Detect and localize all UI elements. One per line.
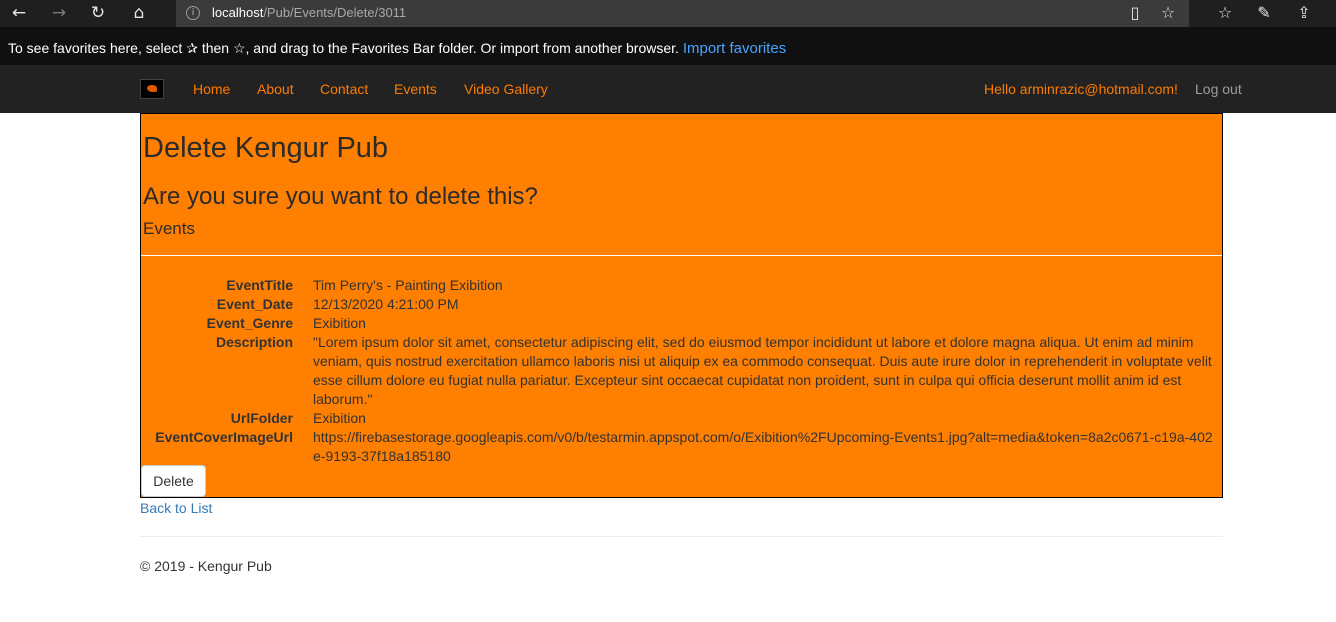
footer-divider bbox=[140, 536, 1223, 537]
confirm-question: Are you sure you want to delete this? bbox=[143, 183, 538, 210]
brand-logo[interactable] bbox=[140, 79, 164, 99]
reading-view-icon[interactable]: ▯ bbox=[1124, 3, 1146, 23]
detail-row-event-genre: Event_Genre Exibition bbox=[141, 314, 1222, 333]
label-event-genre: Event_Genre bbox=[206, 315, 293, 331]
refresh-icon[interactable]: ↻ bbox=[86, 2, 110, 24]
value-url-folder: Exibition bbox=[313, 410, 366, 426]
forward-arrow-icon[interactable]: → bbox=[47, 2, 71, 24]
label-url-folder: UrlFolder bbox=[230, 410, 293, 426]
favorites-message-part1: To see favorites here, select bbox=[8, 40, 183, 56]
info-icon[interactable]: i bbox=[186, 6, 200, 20]
detail-row-event-date: Event_Date 12/13/2020 4:21:00 PM bbox=[141, 295, 1222, 314]
hello-user-link[interactable]: Hello arminrazic@hotmail.com! bbox=[984, 81, 1178, 97]
page-title: Delete Kengur Pub bbox=[143, 132, 389, 164]
import-favorites-link[interactable]: Import favorites bbox=[683, 40, 786, 57]
nav-video-gallery[interactable]: Video Gallery bbox=[464, 81, 548, 97]
detail-row-description: Description "Lorem ipsum dolor sit amet,… bbox=[141, 333, 1222, 409]
value-description: "Lorem ipsum dolor sit amet, consectetur… bbox=[313, 334, 1212, 407]
value-event-date: 12/13/2020 4:21:00 PM bbox=[313, 296, 459, 312]
value-event-genre: Exibition bbox=[313, 315, 366, 331]
nav-home[interactable]: Home bbox=[193, 81, 230, 97]
value-cover-image-url: https://firebasestorage.googleapis.com/v… bbox=[313, 429, 1213, 464]
favorites-bar: To see favorites here, select ✰ then ☆, … bbox=[0, 27, 1336, 65]
back-arrow-icon[interactable]: ← bbox=[7, 2, 31, 24]
back-to-list-link[interactable]: Back to List bbox=[140, 500, 212, 516]
favorites-message-part2: then ☆, and drag to the Favorites Bar fo… bbox=[201, 40, 679, 56]
share-icon[interactable]: ⇪ bbox=[1293, 3, 1315, 23]
details-list: EventTitle Tim Perry's - Painting Exibit… bbox=[141, 276, 1222, 466]
nav-events[interactable]: Events bbox=[394, 81, 437, 97]
section-subtitle: Events bbox=[143, 219, 195, 238]
label-event-date: Event_Date bbox=[216, 296, 293, 312]
label-event-title: EventTitle bbox=[226, 277, 293, 293]
nav-contact[interactable]: Contact bbox=[320, 81, 368, 97]
label-cover-image-url: EventCoverImageUrl bbox=[155, 429, 293, 445]
label-description: Description bbox=[215, 334, 293, 350]
nav-about[interactable]: About bbox=[257, 81, 294, 97]
pen-icon[interactable]: ✎ bbox=[1253, 3, 1275, 23]
delete-panel: Delete Kengur Pub Are you sure you want … bbox=[140, 113, 1223, 498]
divider bbox=[141, 255, 1222, 256]
star-icon: ✰ bbox=[186, 40, 198, 56]
browser-toolbar: ← → ↻ ⌂ i localhost/Pub/Events/Delete/30… bbox=[0, 0, 1336, 27]
detail-row-url-folder: UrlFolder Exibition bbox=[141, 409, 1222, 428]
address-bar[interactable]: i localhost/Pub/Events/Delete/3011 ▯ ☆ bbox=[176, 0, 1189, 27]
delete-button[interactable]: Delete bbox=[141, 465, 206, 497]
favorite-star-icon[interactable]: ☆ bbox=[1157, 3, 1179, 23]
detail-row-event-title: EventTitle Tim Perry's - Painting Exibit… bbox=[141, 276, 1222, 295]
url-host: localhost bbox=[212, 5, 264, 20]
detail-row-cover-image-url: EventCoverImageUrl https://firebasestora… bbox=[141, 428, 1222, 466]
value-event-title: Tim Perry's - Painting Exibition bbox=[313, 277, 503, 293]
favorites-hub-icon[interactable]: ☆ bbox=[1214, 3, 1236, 23]
home-icon[interactable]: ⌂ bbox=[127, 2, 151, 24]
url-text[interactable]: localhost/Pub/Events/Delete/3011 bbox=[212, 5, 406, 20]
logout-link[interactable]: Log out bbox=[1195, 81, 1242, 97]
footer-copyright: © 2019 - Kengur Pub bbox=[140, 558, 272, 574]
favorites-message: To see favorites here, select ✰ then ☆, … bbox=[8, 40, 786, 57]
site-navbar: Home About Contact Events Video Gallery … bbox=[0, 65, 1336, 113]
url-path: /Pub/Events/Delete/3011 bbox=[263, 5, 407, 20]
